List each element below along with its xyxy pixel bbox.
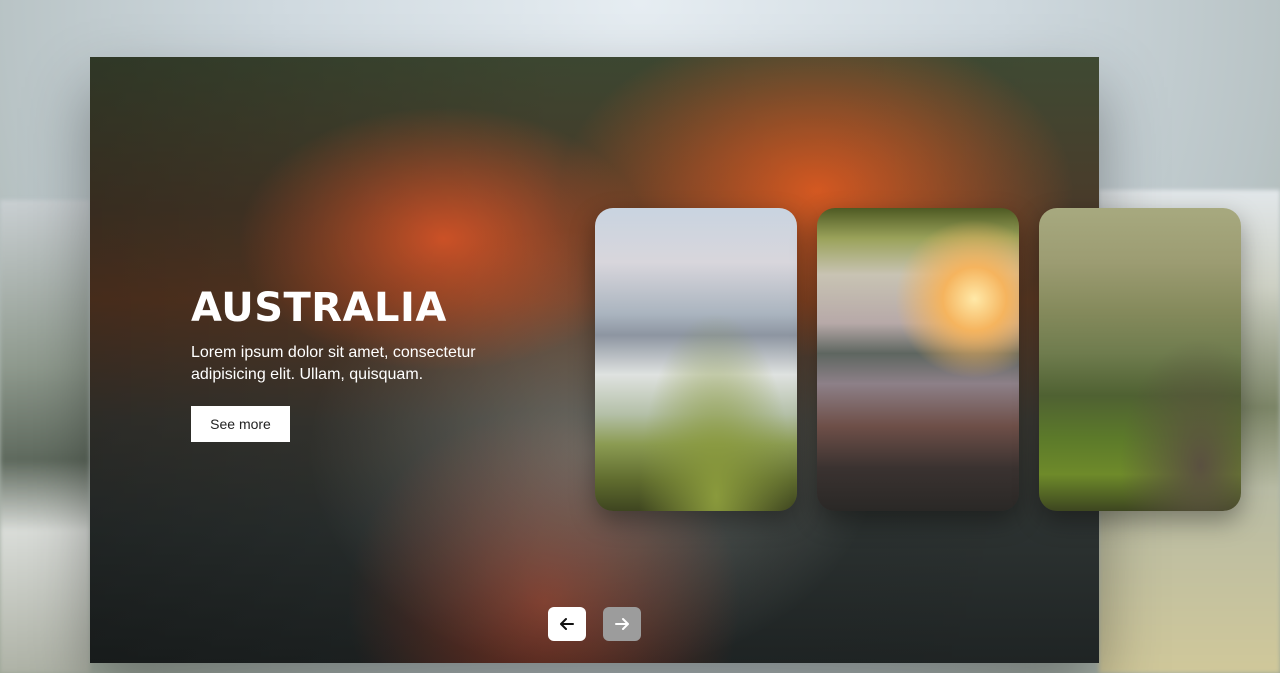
slide-card-misty-valley[interactable]: [595, 208, 797, 511]
background-scenery-left: [0, 200, 90, 673]
see-more-button[interactable]: See more: [191, 406, 290, 442]
hero-title: AUSTRALIA: [191, 285, 447, 331]
arrow-left-icon: [560, 618, 574, 630]
hero-content: AUSTRALIA Lorem ipsum dolor sit amet, co…: [191, 286, 551, 386]
slide-card-green-mountain[interactable]: [1039, 208, 1241, 511]
next-button[interactable]: [603, 607, 641, 641]
hero-description: Lorem ipsum dolor sit amet, consectetur …: [191, 344, 476, 383]
prev-button[interactable]: [548, 607, 586, 641]
slide-card-sunset-lake[interactable]: [817, 208, 1019, 511]
arrow-right-icon: [615, 618, 629, 630]
